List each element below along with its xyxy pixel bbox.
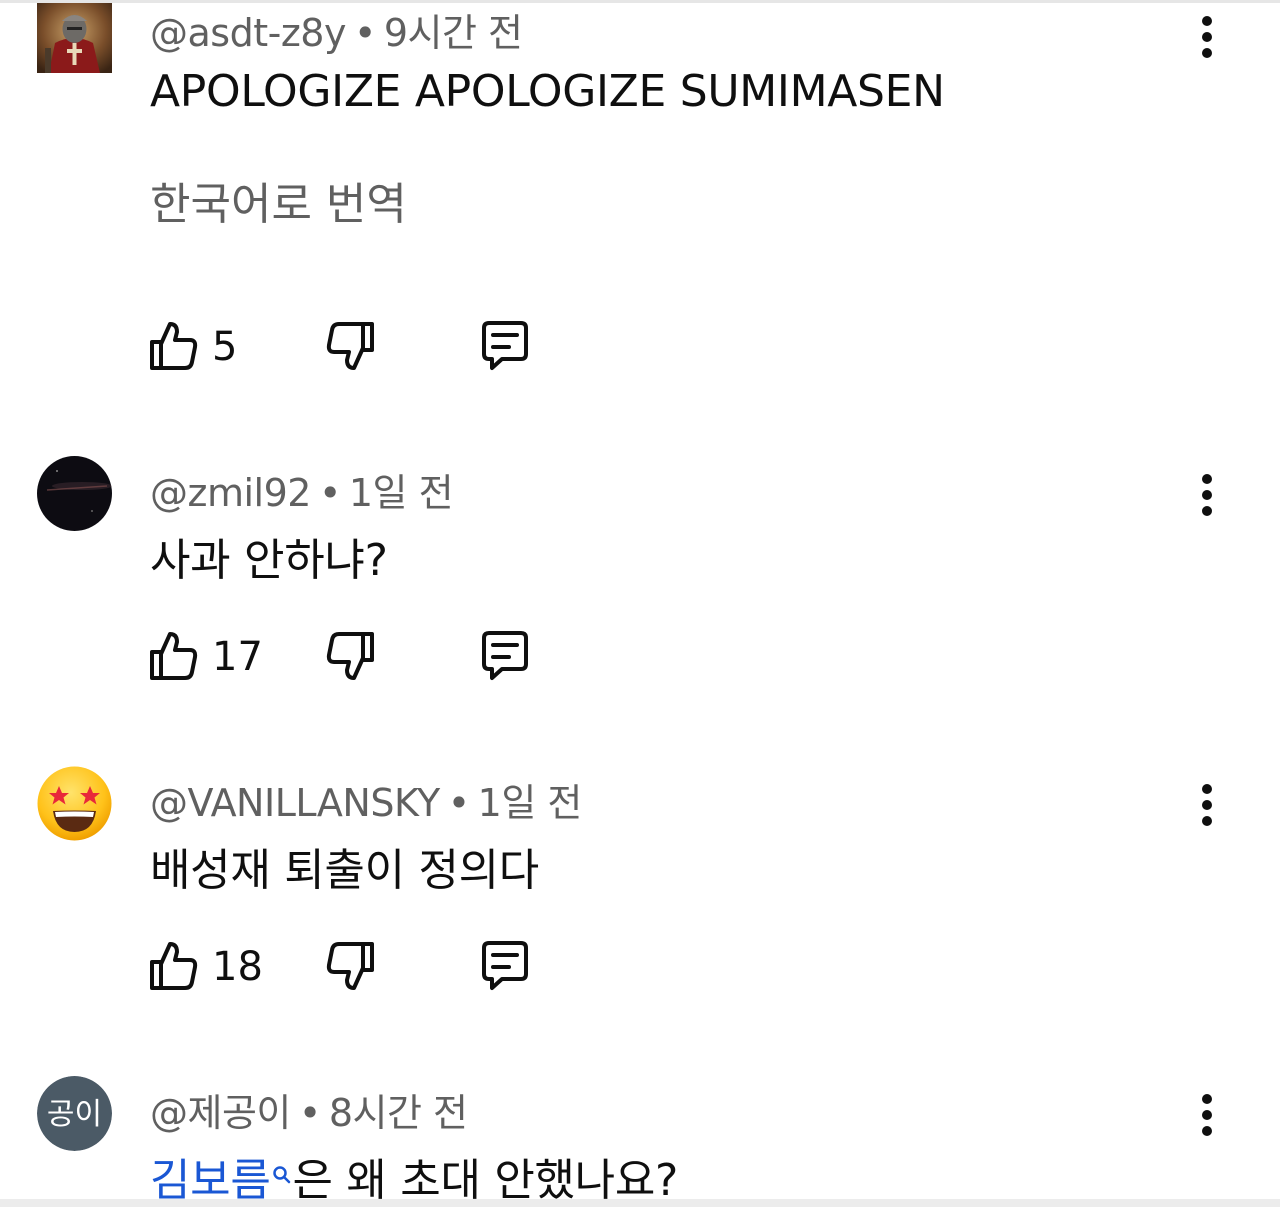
reply-comment-icon (482, 631, 528, 680)
like-count: 17 (212, 634, 263, 680)
more-options-icon[interactable] (1190, 470, 1224, 520)
dislike-button[interactable] (322, 318, 378, 374)
thumbs-down-icon (326, 632, 374, 680)
comment-meta: @제공이 • 8시간 전 (150, 1082, 468, 1137)
comment-meta: @asdt-z8y • 9시간 전 (150, 2, 523, 57)
comment-meta: @VANILLANSKY • 1일 전 (150, 772, 582, 827)
author-name[interactable]: @VANILLANSKY (150, 781, 440, 825)
dark-space-avatar-icon[interactable] (37, 456, 112, 531)
thumbs-up-icon (150, 632, 198, 680)
reply-button[interactable] (476, 628, 534, 684)
comment-text: 사과 안하냐? (150, 535, 388, 586)
dislike-button[interactable] (322, 938, 378, 994)
comment-time: 1일 전 (348, 471, 454, 515)
meta-separator: • (298, 1091, 321, 1135)
meta-separator: • (353, 11, 376, 55)
dislike-button[interactable] (322, 628, 378, 684)
reply-button[interactable] (476, 938, 534, 994)
more-options-icon[interactable] (1190, 780, 1224, 830)
author-name[interactable]: @zmil92 (150, 471, 311, 515)
thumbs-down-icon (326, 942, 374, 990)
comment-time: 1일 전 (477, 781, 583, 825)
thumbs-down-icon (326, 322, 374, 370)
author-name[interactable]: @asdt-z8y (150, 11, 346, 55)
initials-avatar[interactable]: 공이 (37, 1076, 112, 1151)
comment-meta: @zmil92 • 1일 전 (150, 462, 454, 517)
star-eyes-emoji-avatar-icon[interactable] (37, 766, 112, 841)
author-name[interactable]: @제공이 (150, 1091, 291, 1135)
thumbs-up-icon (150, 942, 198, 990)
meta-separator: • (447, 781, 470, 825)
comment-time: 8시간 전 (328, 1091, 468, 1135)
like-button[interactable] (146, 628, 202, 684)
like-count: 18 (212, 944, 263, 990)
comment-text: 배성재 퇴출이 정의다 (150, 845, 539, 896)
reply-comment-icon (482, 941, 528, 990)
translate-link[interactable]: 한국어로 번역 (150, 168, 407, 232)
thumbs-up-icon (150, 322, 198, 370)
more-options-icon[interactable] (1190, 1090, 1224, 1140)
comment-actions: 5 (146, 318, 566, 374)
reply-button[interactable] (476, 318, 534, 374)
comment-actions: 18 (146, 938, 566, 994)
knight-avatar-icon[interactable] (37, 3, 112, 78)
comment-actions: 17 (146, 628, 566, 684)
more-options-icon[interactable] (1190, 12, 1224, 62)
like-button[interactable] (146, 938, 202, 994)
comment-time: 9시간 전 (383, 11, 523, 55)
search-icon (271, 1146, 293, 1197)
meta-separator: • (318, 471, 341, 515)
like-button[interactable] (146, 318, 202, 374)
reply-comment-icon (482, 321, 528, 370)
avatar-initials: 공이 (47, 1097, 102, 1132)
like-count: 5 (212, 324, 238, 370)
comment-text: APOLOGIZE APOLOGIZE SUMIMASEN (150, 66, 945, 117)
bottom-divider (0, 1199, 1280, 1207)
